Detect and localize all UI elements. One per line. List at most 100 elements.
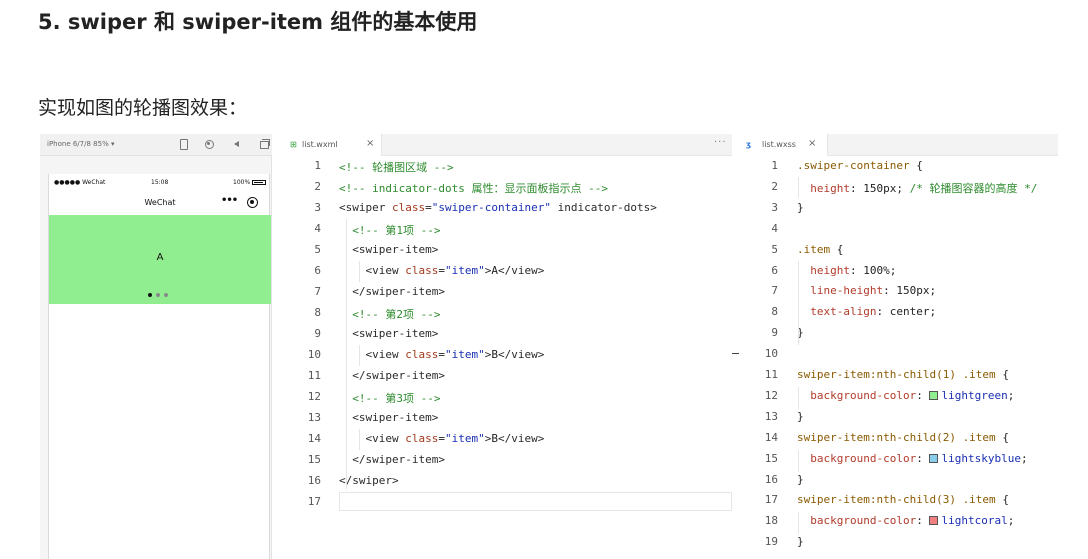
line-number: 11 bbox=[764, 368, 778, 381]
indicator-dot[interactable] bbox=[148, 293, 152, 297]
code-text: <!-- 第2项 --> bbox=[352, 308, 441, 321]
code-line[interactable]: 13} bbox=[740, 407, 1058, 428]
code-line[interactable]: 3 <swiper class="swiper-container" indica… bbox=[280, 198, 732, 219]
code-line[interactable]: 2 height: 150px; /* 轮播图容器的高度 */ bbox=[740, 177, 1058, 198]
phone-icon[interactable] bbox=[177, 138, 189, 150]
code-line[interactable]: 12 <!-- 第3项 --> bbox=[280, 387, 732, 408]
code-line[interactable]: 14 <view class="item">B</view> bbox=[280, 429, 732, 450]
line-number: 10 bbox=[307, 348, 321, 361]
line-number: 6 bbox=[771, 263, 778, 277]
code-text: .item { bbox=[797, 242, 844, 256]
code-line[interactable]: 1 .swiper-container { bbox=[740, 156, 1058, 177]
device-selector[interactable]: iPhone 6/7/8 85% ▾ bbox=[47, 140, 114, 148]
code-line[interactable]: 16 </swiper> bbox=[280, 471, 732, 492]
code-line[interactable]: 11 swiper-item:nth-child(1) .item { bbox=[740, 365, 1058, 386]
code-text: </swiper-item> bbox=[352, 285, 445, 298]
code-line[interactable]: 9 <swiper-item> bbox=[280, 324, 732, 345]
line-number: 8 bbox=[314, 306, 321, 319]
indent-guide bbox=[359, 261, 360, 282]
line-number: 3 bbox=[314, 201, 321, 214]
indicator-dot[interactable] bbox=[164, 293, 168, 297]
line-number: 17 bbox=[764, 493, 778, 507]
line-number: 3 bbox=[771, 200, 778, 214]
status-time: 15:08 bbox=[151, 179, 169, 186]
line-number: 10 bbox=[764, 347, 778, 361]
code-line[interactable]: 8 text-align: center; bbox=[740, 302, 1058, 323]
wxss-editor[interactable]: ʒ list.wxss × 1 .swiper-container { 2 heig… bbox=[740, 134, 1058, 559]
code-text: } bbox=[797, 472, 804, 486]
close-icon[interactable]: × bbox=[808, 138, 816, 149]
code-text: <swiper-item> bbox=[352, 327, 439, 340]
code-line[interactable]: 4 <!-- 第1项 --> bbox=[280, 219, 732, 240]
code-line[interactable]: 10 <view class="item">B</view> bbox=[280, 345, 732, 366]
code-line[interactable]: 19} bbox=[740, 532, 1058, 553]
line-number: 9 bbox=[314, 327, 321, 340]
color-swatch[interactable] bbox=[929, 453, 939, 463]
code-text: } bbox=[797, 535, 804, 549]
code-text: height: 100%; bbox=[810, 263, 897, 277]
line-number: 5 bbox=[771, 242, 778, 256]
tab-list-wxml[interactable]: ⊞ list.wxml × bbox=[280, 134, 382, 156]
more-icon[interactable]: ··· bbox=[714, 137, 727, 148]
copy-icon[interactable] bbox=[258, 138, 270, 150]
indent-guide bbox=[346, 219, 347, 489]
close-icon[interactable]: × bbox=[366, 138, 374, 149]
code-line[interactable]: 14 swiper-item:nth-child(2) .item { bbox=[740, 428, 1058, 449]
code-line[interactable]: 5 .item { bbox=[740, 240, 1058, 261]
tab-list-wxss[interactable]: ʒ list.wxss × bbox=[740, 134, 828, 156]
close-circle-icon[interactable] bbox=[247, 197, 258, 208]
swiper-item-text: A bbox=[156, 252, 164, 263]
wxml-tabbar: ⊞ list.wxml × ··· bbox=[280, 134, 732, 156]
code-line[interactable]: 7 line-height: 150px; bbox=[740, 281, 1058, 302]
code-line[interactable]: 4 bbox=[740, 219, 1058, 240]
code-line[interactable]: 5 <swiper-item> bbox=[280, 240, 732, 261]
menu-icon[interactable]: ••• bbox=[221, 195, 238, 206]
line-number: 6 bbox=[314, 264, 321, 277]
line-number: 13 bbox=[307, 411, 321, 424]
code-line[interactable]: 6 height: 100%; bbox=[740, 261, 1058, 282]
code-line[interactable]: 10 bbox=[740, 344, 1058, 365]
code-line[interactable]: 6 <view class="item">A</view> bbox=[280, 261, 732, 282]
code-text: background-color: lightgreen; bbox=[810, 388, 1015, 402]
line-number: 8 bbox=[771, 305, 778, 319]
code-line[interactable]: 15 </swiper-item> bbox=[280, 450, 732, 471]
code-line[interactable]: 11 </swiper-item> bbox=[280, 366, 732, 387]
line-number: 18 bbox=[764, 514, 778, 528]
swiper-carousel[interactable]: A bbox=[49, 215, 271, 304]
code-text: swiper-item:nth-child(2) .item { bbox=[797, 430, 1009, 444]
indicator-dot[interactable] bbox=[156, 293, 160, 297]
code-text: <view class="item">B</view> bbox=[365, 348, 545, 361]
indent-guide bbox=[798, 450, 799, 472]
code-line[interactable]: 7 </swiper-item> bbox=[280, 282, 732, 303]
code-text: background-color: lightskyblue; bbox=[810, 451, 1028, 465]
color-swatch[interactable] bbox=[929, 390, 939, 400]
code-line[interactable]: 15 background-color: lightskyblue; bbox=[740, 449, 1058, 470]
code-text: <swiper-item> bbox=[352, 411, 439, 424]
record-icon[interactable] bbox=[203, 138, 215, 150]
code-line[interactable]: 17 swiper-item:nth-child(3) .item { bbox=[740, 490, 1058, 511]
line-number: 13 bbox=[764, 409, 778, 423]
code-line[interactable]: 18 background-color: lightcoral; bbox=[740, 511, 1058, 532]
line-number: 5 bbox=[314, 243, 321, 256]
code-line[interactable]: 1 <!-- 轮播图区域 --> bbox=[280, 156, 732, 177]
code-line[interactable]: 16} bbox=[740, 470, 1058, 491]
code-line[interactable]: 12 background-color: lightgreen; bbox=[740, 386, 1058, 407]
code-text: </swiper-item> bbox=[352, 369, 445, 382]
code-line[interactable]: 8 <!-- 第2项 --> bbox=[280, 303, 732, 324]
color-swatch[interactable] bbox=[929, 516, 939, 526]
page-subheading: 实现如图的轮播图效果： bbox=[38, 97, 248, 119]
code-line[interactable]: 13 <swiper-item> bbox=[280, 408, 732, 429]
code-text: .swiper-container { bbox=[797, 159, 923, 172]
status-bar: ●●●●● WeChat 15:08 100% bbox=[49, 174, 271, 190]
code-line[interactable]: 2 <!-- indicator-dots 属性：显示面板指示点 --> bbox=[280, 177, 732, 198]
sound-icon[interactable] bbox=[231, 138, 243, 150]
indent-guide bbox=[359, 429, 360, 450]
code-line[interactable]: 3} bbox=[740, 198, 1058, 219]
line-number: 1 bbox=[771, 159, 778, 172]
code-text: </swiper-item> bbox=[352, 453, 445, 466]
code-text: <!-- 第1项 --> bbox=[352, 224, 441, 237]
code-line[interactable]: 9} bbox=[740, 323, 1058, 344]
wxml-editor[interactable]: ⊞ list.wxml × ··· 1 <!-- 轮播图区域 --> 2 <!-- i… bbox=[280, 134, 732, 559]
editor-divider bbox=[732, 353, 739, 354]
simulator-toolbar: iPhone 6/7/8 85% ▾ bbox=[40, 134, 272, 156]
